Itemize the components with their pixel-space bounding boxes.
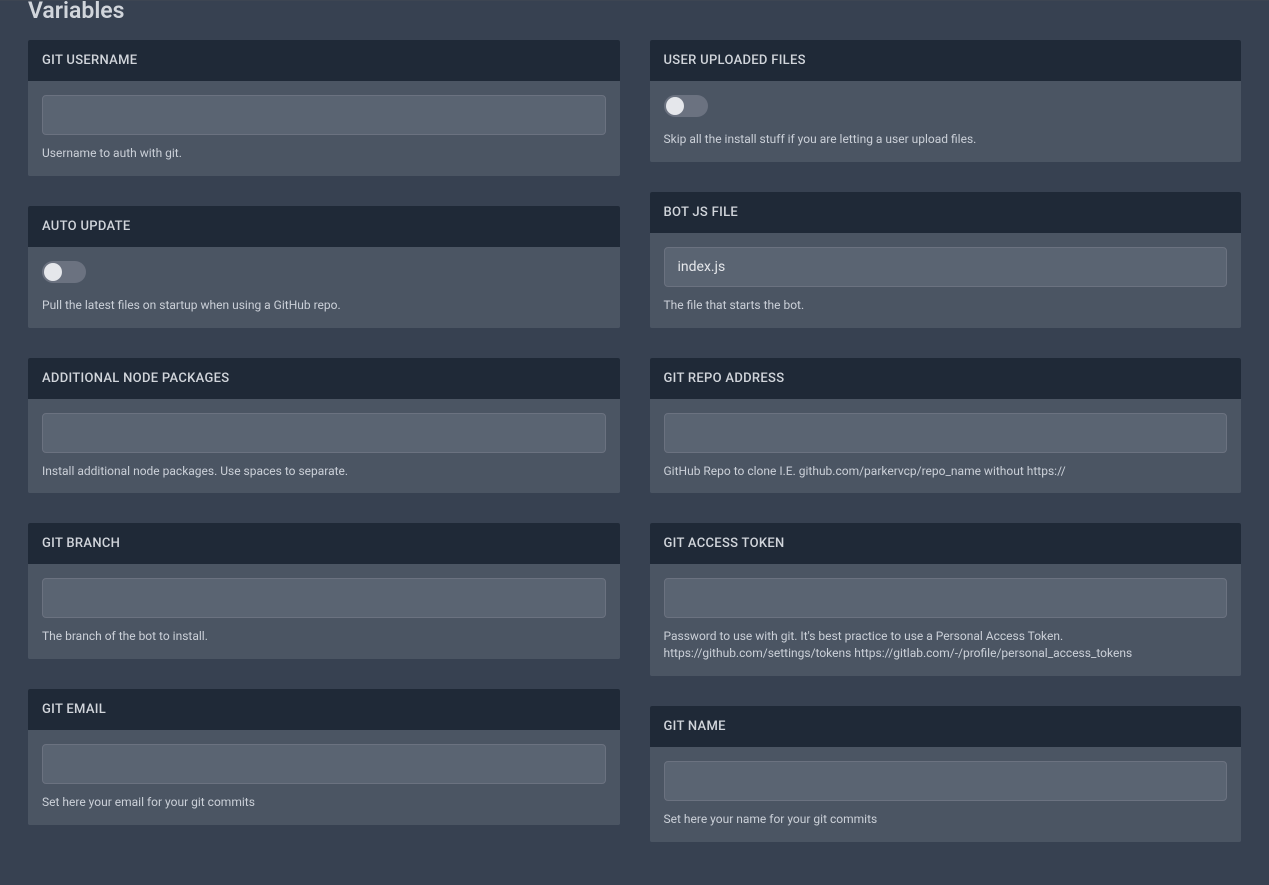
right-column: USER UPLOADED FILES Skip all the install … (650, 40, 1242, 842)
card-body: Set here your name for your git commits (650, 747, 1242, 842)
card-body: GitHub Repo to clone I.E. github.com/par… (650, 399, 1242, 494)
left-column: GIT USERNAME Username to auth with git. AU… (28, 40, 620, 842)
card-body: Install additional node packages. Use sp… (28, 399, 620, 494)
variable-card-git-repo-address: GIT REPO ADDRESS GitHub Repo to clone I.E… (650, 358, 1242, 494)
additional-node-packages-input[interactable] (42, 413, 606, 453)
help-text: Install additional node packages. Use sp… (42, 463, 606, 480)
card-header: GIT EMAIL (28, 689, 620, 730)
help-text: Set here your email for your git commits (42, 794, 606, 811)
git-access-token-input[interactable] (664, 578, 1228, 618)
card-header: BOT JS FILE (650, 192, 1242, 233)
card-body: Password to use with git. It's best prac… (650, 564, 1242, 676)
card-header: GIT USERNAME (28, 40, 620, 81)
card-body: Skip all the install stuff if you are le… (650, 81, 1242, 162)
variable-card-git-username: GIT USERNAME Username to auth with git. (28, 40, 620, 176)
git-email-input[interactable] (42, 744, 606, 784)
card-header: ADDITIONAL NODE PACKAGES (28, 358, 620, 399)
card-body: The file that starts the bot. (650, 233, 1242, 328)
help-text: Username to auth with git. (42, 145, 606, 162)
git-repo-address-input[interactable] (664, 413, 1228, 453)
help-text: Skip all the install stuff if you are le… (664, 131, 1228, 148)
git-branch-input[interactable] (42, 578, 606, 618)
help-text: GitHub Repo to clone I.E. github.com/par… (664, 463, 1228, 480)
card-body: Set here your email for your git commits (28, 730, 620, 825)
page-title: Variables (28, 0, 1241, 24)
card-header: GIT NAME (650, 706, 1242, 747)
help-text: Password to use with git. It's best prac… (664, 628, 1228, 662)
variable-card-git-name: GIT NAME Set here your name for your git … (650, 706, 1242, 842)
variable-card-auto-update: AUTO UPDATE Pull the latest files on star… (28, 206, 620, 328)
card-body: Username to auth with git. (28, 81, 620, 176)
user-uploaded-files-toggle[interactable] (664, 95, 708, 117)
git-username-input[interactable] (42, 95, 606, 135)
card-body: Pull the latest files on startup when us… (28, 247, 620, 328)
card-header: GIT ACCESS TOKEN (650, 523, 1242, 564)
card-body: The branch of the bot to install. (28, 564, 620, 659)
card-header: GIT BRANCH (28, 523, 620, 564)
help-text: The file that starts the bot. (664, 297, 1228, 314)
card-header: AUTO UPDATE (28, 206, 620, 247)
variable-card-additional-node-packages: ADDITIONAL NODE PACKAGES Install addition… (28, 358, 620, 494)
help-text: Pull the latest files on startup when us… (42, 297, 606, 314)
toggle-knob (666, 97, 684, 115)
help-text: The branch of the bot to install. (42, 628, 606, 645)
card-header: USER UPLOADED FILES (650, 40, 1242, 81)
toggle-knob (44, 263, 62, 281)
card-header: GIT REPO ADDRESS (650, 358, 1242, 399)
auto-update-toggle[interactable] (42, 261, 86, 283)
variable-card-git-access-token: GIT ACCESS TOKEN Password to use with git… (650, 523, 1242, 676)
variable-card-bot-js-file: BOT JS FILE The file that starts the bot. (650, 192, 1242, 328)
bot-js-file-input[interactable] (664, 247, 1228, 287)
variable-card-git-email: GIT EMAIL Set here your email for your gi… (28, 689, 620, 825)
variable-card-git-branch: GIT BRANCH The branch of the bot to insta… (28, 523, 620, 659)
git-name-input[interactable] (664, 761, 1228, 801)
variables-grid: GIT USERNAME Username to auth with git. AU… (28, 40, 1241, 842)
help-text: Set here your name for your git commits (664, 811, 1228, 828)
variable-card-user-uploaded-files: USER UPLOADED FILES Skip all the install … (650, 40, 1242, 162)
